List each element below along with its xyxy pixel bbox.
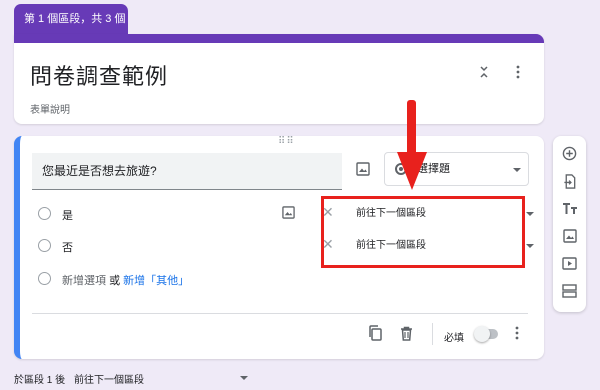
more-vert-icon[interactable] [510, 63, 526, 81]
import-question-icon[interactable] [561, 173, 578, 190]
radio-icon [38, 272, 51, 285]
dropdown-caret-icon [526, 212, 534, 216]
form-title[interactable]: 問卷調查範例 [30, 59, 168, 91]
add-option-text: 新增選項 或 新增「其他」 [62, 272, 189, 288]
radio-icon [38, 207, 51, 220]
section-tab[interactable]: 第 1 個區段，共 3 個 [14, 4, 128, 34]
annotation-highlight-box [321, 196, 525, 268]
dropdown-caret-icon [526, 244, 534, 248]
add-title-icon[interactable] [561, 200, 578, 217]
form-header-card[interactable]: 問卷調查範例 表單說明 [14, 34, 544, 124]
or-text: 或 [109, 275, 121, 287]
footer-separator [432, 323, 433, 345]
dropdown-caret-icon [240, 376, 248, 380]
more-vert-icon[interactable] [508, 323, 526, 343]
after-section-goto-select[interactable]: 前往下一個區段 [74, 371, 250, 386]
add-image-icon[interactable] [561, 227, 578, 244]
drag-handle-icon[interactable]: ⠿⠿ [278, 137, 295, 147]
form-description[interactable]: 表單說明 [30, 101, 70, 116]
add-question-icon[interactable] [561, 145, 578, 162]
option-label[interactable]: 否 [62, 239, 73, 255]
radio-icon [38, 239, 51, 252]
add-other-link[interactable]: 新增「其他」 [123, 275, 189, 287]
after-section-goto-label: 前往下一個區段 [74, 375, 144, 386]
question-title-input[interactable]: 您最近是否想去旅遊? [32, 153, 342, 190]
collapse-icon[interactable] [476, 63, 492, 81]
annotation-arrow-icon [397, 100, 427, 190]
duplicate-icon[interactable] [366, 323, 384, 343]
add-image-icon[interactable] [356, 162, 370, 181]
add-section-icon[interactable] [561, 282, 578, 299]
delete-icon[interactable] [397, 323, 415, 343]
after-section-label: 於區段 1 後 [14, 375, 66, 386]
toggle-knob [474, 326, 490, 342]
add-video-icon[interactable] [561, 255, 578, 272]
card-divider [32, 313, 528, 314]
required-toggle[interactable] [474, 326, 498, 342]
add-option-link[interactable]: 新增選項 [62, 275, 106, 287]
side-toolbar [553, 136, 586, 312]
required-label: 必填 [444, 333, 464, 344]
add-option-row: 新增選項 或 新增「其他」 [32, 269, 332, 289]
form-editor: 第 1 個區段，共 3 個 問卷調查範例 表單說明 ⠿⠿ 您最近是否想去旅遊? … [0, 0, 600, 390]
option-image-icon[interactable] [282, 206, 295, 224]
option-label[interactable]: 是 [62, 207, 73, 223]
dropdown-caret-icon [513, 168, 521, 172]
